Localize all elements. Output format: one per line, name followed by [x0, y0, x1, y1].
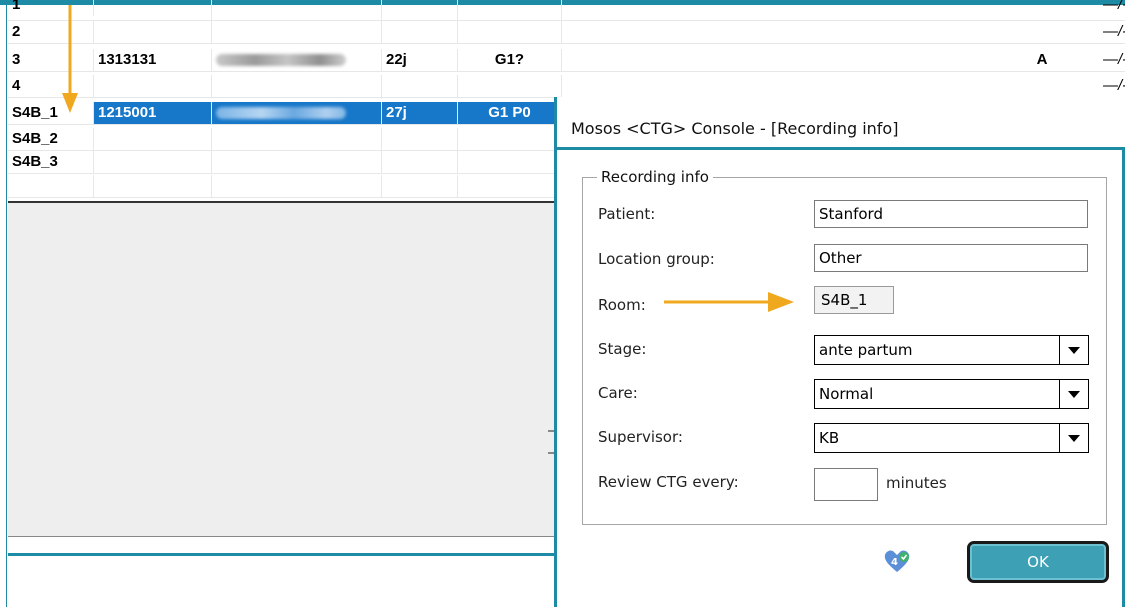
row-gp-cell — [458, 75, 562, 97]
row-age-cell: 22j — [382, 49, 458, 71]
table-row[interactable]: 2 —/- — [8, 21, 1125, 44]
row-number-cell: 1215001 — [94, 102, 212, 124]
supervisor-value: KB — [819, 429, 840, 447]
review-ctg-label: Review CTG every: — [598, 473, 739, 491]
row-age-cell: 27j — [382, 102, 458, 124]
row-gp-cell — [458, 151, 562, 173]
row-status-cell: —/- — [1103, 23, 1125, 40]
table-row[interactable]: 1 —/- — [8, 0, 1125, 22]
row-number-cell — [94, 0, 212, 22]
care-value: Normal — [819, 385, 874, 403]
row-number-cell — [94, 151, 212, 173]
review-ctg-interval-field[interactable] — [814, 468, 878, 501]
dialog-title: Mosos <CTG> Console - [Recording info] — [571, 119, 899, 138]
row-name-cell — [212, 128, 382, 150]
row-status-cell: —/- — [1103, 77, 1125, 94]
row-name-cell — [212, 102, 382, 124]
row-mark-cell: A — [1036, 51, 1048, 68]
row-gp-cell — [458, 21, 562, 43]
ok-button[interactable]: OK — [967, 541, 1109, 583]
row-name-cell — [212, 175, 382, 197]
chevron-down-icon[interactable] — [1059, 380, 1088, 408]
row-name-cell — [212, 21, 382, 43]
row-gp-cell — [458, 0, 562, 22]
row-id-cell: 3 — [8, 49, 94, 71]
row-status-cell: —/- — [1103, 0, 1125, 13]
row-number-cell — [94, 21, 212, 43]
row-name-cell — [212, 75, 382, 97]
row-name-cell — [212, 0, 382, 22]
row-id-cell: 2 — [8, 21, 94, 43]
supervisor-label: Supervisor: — [598, 428, 683, 446]
row-number-cell — [94, 175, 212, 197]
stage-label: Stage: — [598, 340, 647, 358]
row-id-cell: S4B_3 — [8, 151, 94, 173]
table-row[interactable]: 3 1313131 22j G1? A —/- — [8, 49, 1125, 72]
minutes-label: minutes — [886, 474, 947, 492]
chevron-down-icon[interactable] — [1059, 424, 1088, 452]
row-age-cell — [382, 21, 458, 43]
room-label: Room: — [598, 296, 646, 314]
row-age-cell — [382, 128, 458, 150]
row-name-cell — [212, 49, 382, 71]
stage-select[interactable]: ante partum — [814, 335, 1089, 365]
row-mark-cell — [1018, 0, 1066, 22]
table-row[interactable]: 4 —/- — [8, 75, 1125, 98]
patient-field[interactable]: Stanford — [814, 200, 1088, 228]
supervisor-select[interactable]: KB — [814, 423, 1089, 453]
recording-info-dialog: Mosos <CTG> Console - [Recording info] R… — [554, 97, 1125, 607]
window-left-border — [6, 5, 7, 607]
patient-label: Patient: — [598, 205, 656, 223]
room-field[interactable]: S4B_1 — [814, 286, 894, 314]
arrow-down-icon — [62, 5, 78, 113]
row-mark-cell — [1018, 21, 1066, 43]
row-id-cell: S4B_1 — [8, 102, 94, 124]
row-gp-cell: G1? — [458, 49, 562, 71]
row-gp-cell: G1 P0 — [458, 102, 562, 124]
stage-value: ante partum — [819, 341, 913, 359]
row-number-cell — [94, 75, 212, 97]
row-age-cell — [382, 0, 458, 22]
row-id-cell: S4B_2 — [8, 128, 94, 150]
location-group-field[interactable]: Other — [814, 244, 1088, 272]
row-number-cell — [94, 128, 212, 150]
row-name-cell — [212, 151, 382, 173]
svg-text:4: 4 — [891, 557, 898, 568]
row-number-cell: 1313131 — [94, 49, 212, 71]
redacted-name — [216, 54, 346, 66]
row-id-cell — [8, 175, 94, 197]
divider — [8, 536, 554, 537]
care-label: Care: — [598, 384, 638, 402]
panel-divider — [8, 553, 554, 556]
row-mark-cell — [1018, 75, 1066, 97]
title-separator — [557, 147, 1125, 150]
app-logo-icon: 4 — [884, 550, 910, 572]
arrow-right-icon — [664, 292, 794, 312]
row-age-cell — [382, 175, 458, 197]
recording-info-group: Recording info Patient: Stanford Locatio… — [582, 168, 1107, 525]
care-select[interactable]: Normal — [814, 379, 1089, 409]
row-gp-cell — [458, 175, 562, 197]
row-age-cell — [382, 151, 458, 173]
row-age-cell — [382, 75, 458, 97]
row-gp-cell — [458, 128, 562, 150]
chevron-down-icon[interactable] — [1059, 336, 1088, 364]
group-title: Recording info — [597, 168, 713, 186]
row-status-cell: —/- — [1103, 51, 1125, 68]
row-id-cell: 4 — [8, 75, 94, 97]
empty-grid-area — [8, 203, 554, 536]
row-id-cell: 1 — [8, 0, 94, 16]
location-group-label: Location group: — [598, 250, 715, 268]
redacted-name — [216, 107, 346, 119]
